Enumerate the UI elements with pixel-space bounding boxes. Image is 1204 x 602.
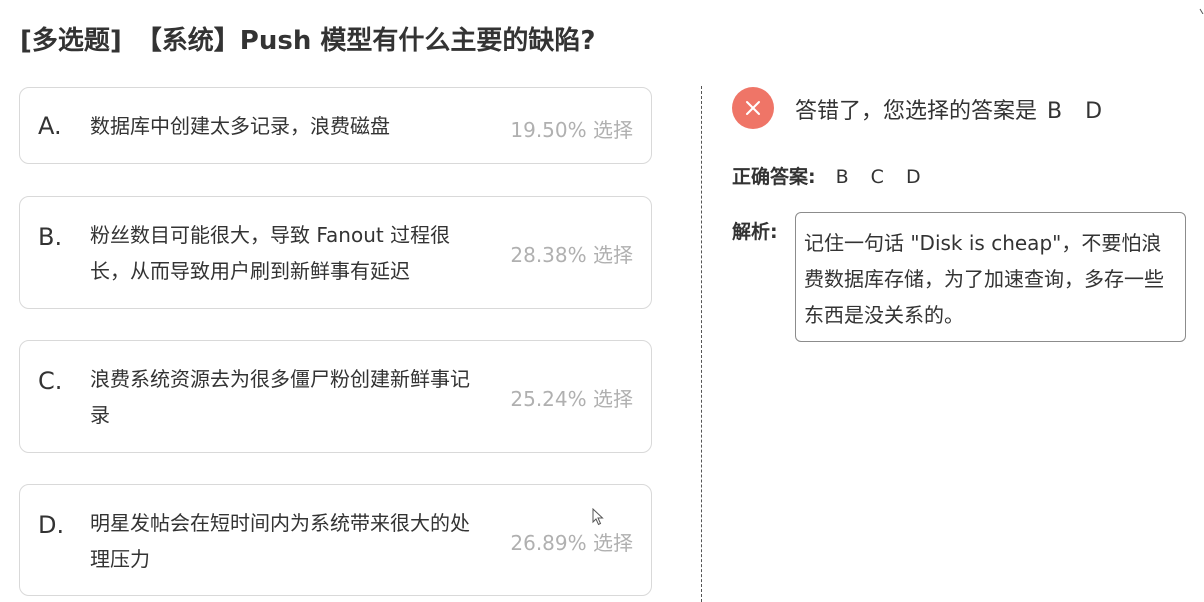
option-selection-rate: 26.89% 选择 <box>510 531 633 555</box>
correct-answer-label: 正确答案: <box>732 166 816 188</box>
option-d[interactable]: D. 明星发帖会在短时间内为系统带来很大的处理压力 26.89% 选择 <box>19 484 652 596</box>
option-selection-rate: 28.38% 选择 <box>510 243 633 267</box>
mouse-cursor-icon <box>592 508 604 526</box>
result-message: 答错了，您选择的答案是 B D <box>795 93 1110 125</box>
option-selection-rate: 25.24% 选择 <box>510 387 633 411</box>
option-text: 粉丝数目可能很大，导致 Fanout 过程很长，从而导致用户刷到新鲜事有延迟 <box>90 223 451 283</box>
option-letter: A. <box>38 112 62 140</box>
question-text: 【系统】Push 模型有什么主要的缺陷? <box>135 26 596 56</box>
option-text: 浪费系统资源去为很多僵尸粉创建新鲜事记录 <box>90 367 470 427</box>
corner-arrow-icon <box>1199 8 1204 14</box>
option-text: 明星发帖会在短时间内为系统带来很大的处理压力 <box>90 511 470 571</box>
analysis-text: 记住一句话 "Disk is cheap"，不要怕浪费数据库存储，为了加速查询，… <box>795 212 1186 342</box>
quiz-page: [多选题] 【系统】Push 模型有什么主要的缺陷? A. 数据库中创建太多记录，… <box>0 0 1204 602</box>
option-text: 数据库中创建太多记录，浪费磁盘 <box>90 114 390 138</box>
analysis-label: 解析: <box>732 221 778 243</box>
selected-answers: B D <box>1047 99 1111 124</box>
correct-answer-row: 正确答案: B C D <box>732 162 929 189</box>
question-type-label: [多选题] <box>20 26 122 56</box>
option-letter: C. <box>38 367 63 395</box>
option-letter: D. <box>38 511 65 539</box>
question-title: [多选题] 【系统】Push 模型有什么主要的缺陷? <box>20 20 595 57</box>
option-a[interactable]: A. 数据库中创建太多记录，浪费磁盘 19.50% 选择 <box>19 87 652 164</box>
option-c[interactable]: C. 浪费系统资源去为很多僵尸粉创建新鲜事记录 25.24% 选择 <box>19 340 652 453</box>
option-b[interactable]: B. 粉丝数目可能很大，导致 Fanout 过程很长，从而导致用户刷到新鲜事有延… <box>19 196 652 309</box>
result-message-text: 答错了，您选择的答案是 <box>795 99 1038 124</box>
column-divider <box>701 86 702 602</box>
wrong-answer-badge <box>732 87 774 129</box>
option-selection-rate: 19.50% 选择 <box>510 118 633 142</box>
close-icon <box>746 101 760 115</box>
correct-answer-value: B C D <box>835 166 929 188</box>
option-letter: B. <box>38 223 63 251</box>
